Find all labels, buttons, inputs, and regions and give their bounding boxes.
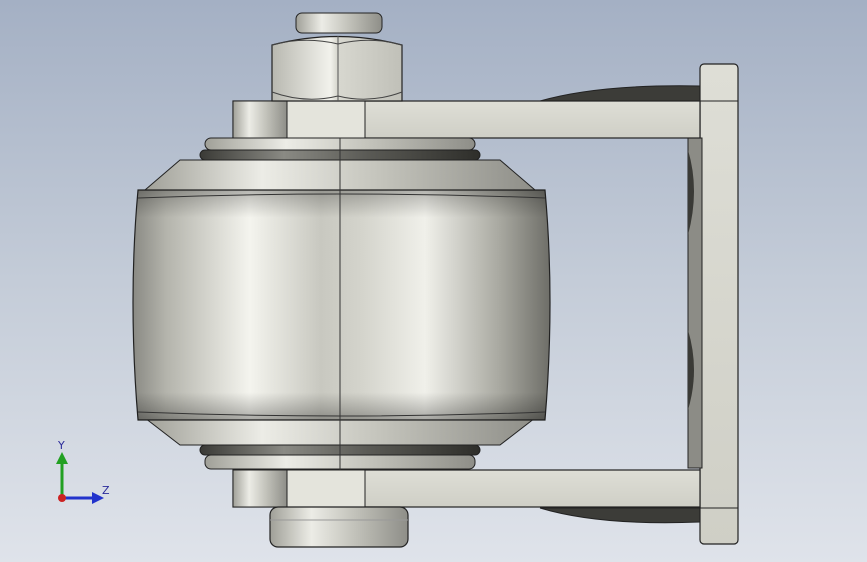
hex-nut bbox=[271, 12, 403, 102]
flange-lobe-bottom bbox=[539, 507, 701, 524]
z-axis-label: Z bbox=[102, 484, 110, 497]
x-axis-icon bbox=[58, 494, 66, 502]
bolt-head-bottom bbox=[269, 506, 409, 548]
coordinate-triad: Y Z bbox=[56, 439, 110, 504]
flange-lobe-top bbox=[539, 85, 701, 102]
graphics-viewport[interactable]: Y Z bbox=[0, 0, 867, 562]
y-axis-label: Y bbox=[57, 439, 65, 452]
roller-bracket-model[interactable] bbox=[0, 0, 867, 562]
top-arm bbox=[232, 100, 701, 139]
bottom-arm bbox=[232, 469, 701, 508]
